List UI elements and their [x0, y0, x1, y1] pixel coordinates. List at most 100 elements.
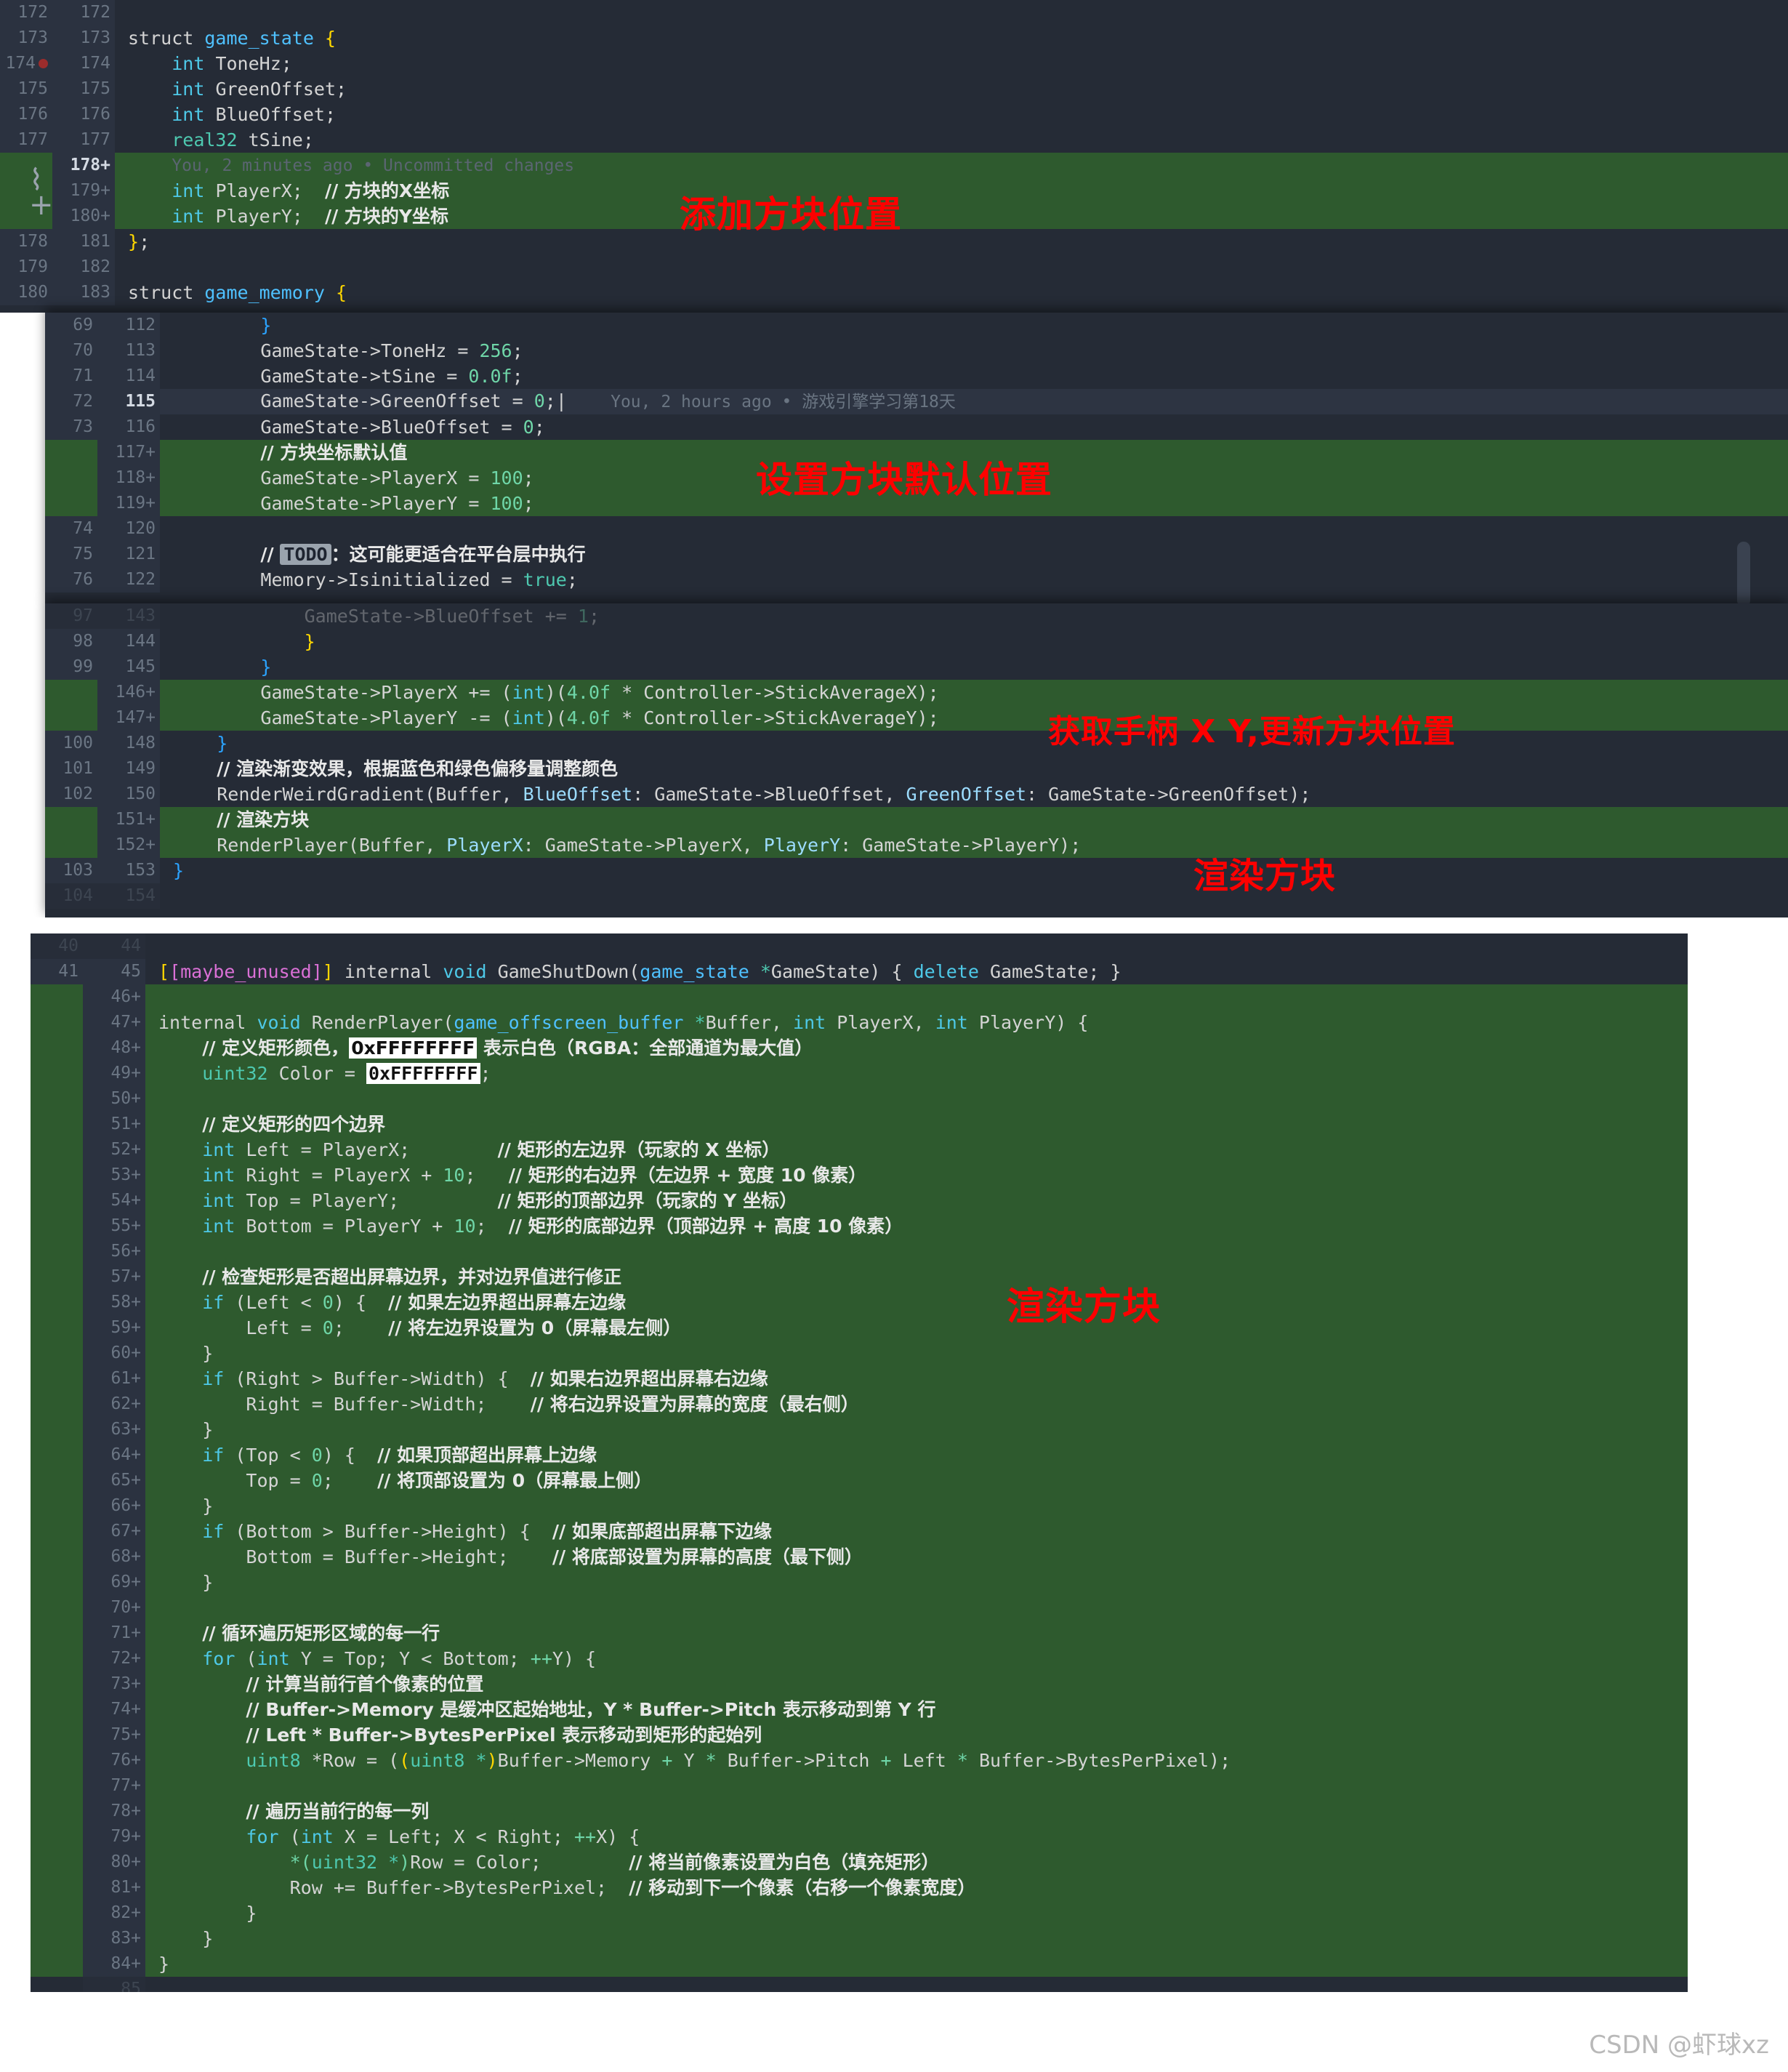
code-line[interactable]: 59+ Left = 0; // 将左边界设置为 0（屏幕最左侧） [31, 1315, 1688, 1341]
code-line[interactable]: 179 182 [0, 254, 1788, 280]
code-line[interactable]: 77+ [31, 1773, 1688, 1799]
gutter-new-line-number: 47+ [83, 1010, 145, 1035]
code-line[interactable]: 76 122 Memory->Isinitialized = true; [45, 567, 1788, 593]
code-line[interactable]: 83+ } [31, 1926, 1688, 1951]
code-line[interactable]: 56+ [31, 1239, 1688, 1264]
code-line[interactable]: 70 113 GameState->ToneHz = 256; [45, 338, 1788, 364]
code-line-content: *(uint32 *)Row = Color; // 将当前像素设置为白色（填充… [289, 1852, 940, 1873]
code-line[interactable]: 147+ GameState->PlayerY -= (int)(4.0f * … [45, 705, 1788, 731]
gutter-new-line-number: 48+ [83, 1035, 145, 1061]
code-line[interactable]: 54+ int Top = PlayerY; // 矩形的顶部边界（玩家的 Y … [31, 1188, 1688, 1213]
code-line[interactable]: 65+ Top = 0; // 将顶部设置为 0（屏幕最上侧） [31, 1468, 1688, 1493]
code-line[interactable]: 64+ if (Top < 0) { // 如果顶部超出屏幕上边缘 [31, 1442, 1688, 1468]
code-line[interactable]: 72 115 GameState->GreenOffset = 0;| You, … [45, 389, 1788, 414]
code-line-content [115, 254, 1788, 280]
code-line-content: int PlayerX; // 方块的X坐标 [172, 180, 450, 201]
code-line[interactable]: 76+ uint8 *Row = ((uint8 *)Buffer->Memor… [31, 1748, 1688, 1773]
panel-game-state-struct[interactable]: 172 172 173 173 struct game_state {174 174 i… [0, 0, 1788, 313]
code-line[interactable]: 67+ if (Bottom > Buffer->Height) { // 如果… [31, 1519, 1688, 1544]
code-line[interactable]: 176 176 int BlueOffset; [0, 102, 1788, 127]
code-line-content: uint32 Color = 0xFFFFFFFF; [202, 1063, 491, 1084]
code-line[interactable]: 69+ } [31, 1570, 1688, 1595]
code-line[interactable]: 61+ if (Right > Buffer->Width) { // 如果右边… [31, 1366, 1688, 1392]
code-line[interactable]: 49+ uint32 Color = 0xFFFFFFFF; [31, 1061, 1688, 1086]
code-line[interactable]: 68+ Bottom = Buffer->Height; // 将底部设置为屏幕… [31, 1544, 1688, 1570]
code-line[interactable]: 146+ GameState->PlayerX += (int)(4.0f * … [45, 680, 1788, 705]
code-line-content: You, 2 minutes ago • Uncommitted changes [172, 156, 575, 175]
code-line[interactable]: 74+ // Buffer->Memory 是缓冲区起始地址，Y * Buffe… [31, 1697, 1688, 1722]
gutter-old-line-number: 40 [31, 933, 83, 959]
code-line[interactable]: 175 175 int GreenOffset; [0, 76, 1788, 102]
gutter-new-line-number: 121 [97, 542, 160, 567]
code-line[interactable]: 53+ int Right = PlayerX + 10; // 矩形的右边界（… [31, 1163, 1688, 1188]
code-line[interactable]: 78+ // 遍历当前行的每一列 [31, 1799, 1688, 1824]
code-line[interactable]: 82+ } [31, 1900, 1688, 1926]
code-line[interactable]: 152+ RenderPlayer(Buffer, PlayerX: GameS… [45, 832, 1788, 858]
code-line[interactable]: 102 150 RenderWeirdGradient(Buffer, BlueO… [45, 782, 1788, 807]
code-line[interactable]: 71 114 GameState->tSine = 0.0f; [45, 364, 1788, 389]
code-line[interactable]: 58+ if (Left < 0) { // 如果左边界超出屏幕左边缘 [31, 1290, 1688, 1315]
code-line[interactable]: 97 143 GameState->BlueOffset += 1; [45, 603, 1788, 629]
code-fold-plus-icon[interactable]: + [29, 190, 54, 220]
code-line[interactable]: 46+ [31, 984, 1688, 1010]
gutter-new-line-number: 117+ [97, 440, 160, 465]
gutter-new-line-number: 115 [97, 389, 160, 414]
code-line[interactable]: 81+ Row += Buffer->BytesPerPixel; // 移动到… [31, 1875, 1688, 1900]
code-line[interactable]: 71+ // 循环遍历矩形区域的每一行 [31, 1621, 1688, 1646]
code-line[interactable]: 57+ // 检查矩形是否超出屏幕边界，并对边界值进行修正 [31, 1264, 1688, 1290]
code-line[interactable]: 98 144 } [45, 629, 1788, 654]
code-line[interactable]: 48+ // 定义矩形颜色， 0xFFFFFFFF 表示白色（RGBA：全部通道为… [31, 1035, 1688, 1061]
code-line-content: struct game_state { [128, 28, 336, 49]
code-line[interactable]: 84+} [31, 1951, 1688, 1977]
code-line[interactable]: 85 [31, 1977, 1688, 1992]
code-line[interactable]: 51+ // 定义矩形的四个边界 [31, 1112, 1688, 1137]
code-line[interactable]: 72+ for (int Y = Top; Y < Bottom; ++Y) { [31, 1646, 1688, 1671]
code-line[interactable]: 70+ [31, 1595, 1688, 1621]
code-line[interactable]: 174 174 int ToneHz; [0, 51, 1788, 76]
gutter-new-line-number: 51+ [83, 1112, 145, 1137]
code-line[interactable]: 75+ // Left * Buffer->BytesPerPixel 表示移动… [31, 1722, 1688, 1748]
gutter-new-line-number: 113 [97, 338, 160, 364]
code-line[interactable]: 172 172 [0, 0, 1788, 25]
code-line[interactable]: 151+ // 渲染方块 [45, 807, 1788, 832]
code-line[interactable]: 69 112 } [45, 313, 1788, 338]
code-line[interactable]: 100 148 } [45, 731, 1788, 756]
code-line-content: // TODO ：这可能更适合在平台层中执行 [260, 544, 586, 565]
code-line[interactable]: 40 44 [31, 933, 1688, 959]
code-line[interactable]: 79+ for (int X = Left; X < Right; ++X) { [31, 1824, 1688, 1850]
gutter-new-line-number: 70+ [83, 1595, 145, 1621]
code-line[interactable]: 99 145 } [45, 654, 1788, 680]
code-line[interactable]: 103 153} [45, 858, 1788, 883]
code-line[interactable]: 101 149 // 渲染渐变效果，根据蓝色和绿色偏移量调整颜色 [45, 756, 1788, 782]
gutter-new-line-number: 173 [52, 25, 115, 51]
panel-update-render[interactable]: 97 143 GameState->BlueOffset += 1; 98 144 }… [45, 603, 1788, 917]
code-line[interactable]: 66+ } [31, 1493, 1688, 1519]
breakpoint-icon[interactable] [39, 59, 48, 68]
panel-renderplayer-impl[interactable]: 40 44 41 45 [[maybe_unused]] internal void … [31, 933, 1688, 1992]
gutter-new-line-number: 151+ [97, 807, 160, 832]
gutter-new-line-number: 73+ [83, 1671, 145, 1697]
gutter-new-line-number: 67+ [83, 1519, 145, 1544]
code-line[interactable]: 173 173 struct game_state { [0, 25, 1788, 51]
code-line[interactable]: 41 45 [[maybe_unused]] internal void GameS… [31, 959, 1688, 984]
code-line[interactable]: 74 120 [45, 516, 1788, 542]
code-line[interactable]: 62+ Right = Buffer->Width; // 将右边界设置为屏幕的… [31, 1392, 1688, 1417]
code-line[interactable]: 47+ internal void RenderPlayer(game_offsc… [31, 1010, 1688, 1035]
code-line[interactable]: 104 154 [45, 883, 1788, 909]
code-line[interactable]: 180 183 struct game_memory { [0, 280, 1788, 305]
code-line[interactable]: 73+ // 计算当前行首个像素的位置 [31, 1671, 1688, 1697]
code-line[interactable]: 60+ } [31, 1341, 1688, 1366]
code-line-content [145, 984, 1688, 1010]
code-line[interactable]: 63+ } [31, 1417, 1688, 1442]
gutter-new-line-number: 50+ [83, 1086, 145, 1112]
code-line[interactable]: 52+ int Left = PlayerX; // 矩形的左边界（玩家的 X … [31, 1137, 1688, 1163]
code-line[interactable]: 80+ *(uint32 *)Row = Color; // 将当前像素设置为白… [31, 1850, 1688, 1875]
code-line[interactable]: 55+ int Bottom = PlayerY + 10; // 矩形的底部边… [31, 1213, 1688, 1239]
code-line[interactable]: 178+ You, 2 minutes ago • Uncommitted ch… [0, 153, 1788, 178]
code-line[interactable]: 75 121 // TODO ：这可能更适合在平台层中执行 [45, 542, 1788, 567]
annotation-render-block-bottom: 渲染方块 [1007, 1285, 1161, 1329]
vertical-scrollbar-mid[interactable] [1737, 542, 1750, 607]
code-line[interactable]: 73 116 GameState->BlueOffset = 0; [45, 414, 1788, 440]
code-line[interactable]: 50+ [31, 1086, 1688, 1112]
code-line[interactable]: 177 177 real32 tSine; [0, 127, 1788, 153]
